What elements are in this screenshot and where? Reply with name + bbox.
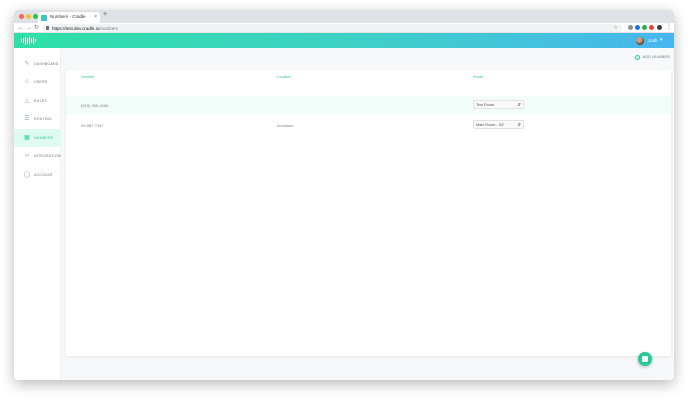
sidebar-item-dashboard[interactable]: ✎ DASHBOARD [14, 55, 61, 73]
chat-icon [642, 356, 648, 362]
sidebar-item-account[interactable]: ◯ ACCOUNT [14, 166, 61, 184]
route-select[interactable]: Main Route - NZ ⇵ [473, 120, 524, 129]
profile-icon[interactable] [657, 25, 662, 30]
numbers-icon: ▦ [24, 135, 30, 141]
sidebar-item-label: INTEGRATIONS [34, 153, 64, 158]
routing-icon: ☰ [24, 116, 30, 122]
favicon-icon [41, 14, 47, 21]
sidebar-item-users[interactable]: ☺ USERS [14, 73, 61, 91]
account-icon: ◯ [23, 172, 31, 178]
tab-close-icon[interactable]: × [94, 14, 97, 20]
cradle-logo-icon[interactable] [21, 36, 36, 45]
url-text: https://test.dev.cradle.io/numbers [52, 26, 118, 31]
numbers-table: Number Location Route (619) 356-4068 Tes… [66, 70, 671, 356]
back-icon[interactable]: ← [18, 24, 24, 32]
location-cell: Auckland [277, 123, 294, 128]
sidebar-item-label: ROUTING [34, 116, 52, 121]
sidebar-item-routing[interactable]: ☰ ROUTING [14, 110, 61, 128]
new-tab-icon[interactable]: + [103, 11, 107, 18]
sidebar-item-numbers[interactable]: ▦ NUMBERS [14, 129, 61, 147]
column-header-location[interactable]: Location [277, 75, 291, 79]
forward-icon[interactable]: → [26, 24, 32, 32]
column-header-number[interactable]: Number [81, 75, 95, 79]
tab-strip: Numbers - Cradle × + [14, 10, 674, 23]
extension-icon[interactable] [635, 25, 640, 30]
number-cell: 09-887 7347 [81, 123, 104, 128]
number-cell: (619) 356-4068 [81, 103, 109, 108]
route-select[interactable]: Test Route ⇵ [473, 100, 524, 109]
select-arrows-icon: ⇵ [517, 122, 521, 128]
close-window-icon[interactable] [19, 14, 24, 19]
menu-kebab-icon[interactable]: ⋮ [666, 23, 672, 30]
pencil-icon: ✎ [24, 61, 30, 67]
rules-icon: △ [24, 98, 30, 104]
sidebar-item-label: DASHBOARD [34, 61, 59, 66]
chevron-down-icon[interactable]: ▾ [660, 37, 663, 43]
chat-widget-button[interactable] [638, 352, 652, 366]
tab-title: Numbers - Cradle [50, 14, 86, 19]
sidebar: ✎ DASHBOARD ☺ USERS △ RULES ☰ ROUTING ▦ … [14, 48, 64, 380]
route-select-value: Main Route - NZ [476, 123, 504, 128]
add-number-label: ADD NUMBER [642, 55, 670, 59]
main-content: + ADD NUMBER Number Location Route (619)… [61, 48, 674, 380]
star-icon[interactable]: ☆ [614, 25, 618, 31]
extension-icon[interactable] [628, 25, 633, 30]
table-row[interactable]: (619) 356-4068 Test Route ⇵ [66, 96, 671, 114]
address-bar[interactable]: https://test.dev.cradle.io/numbers ☆ [42, 24, 622, 32]
extension-icon[interactable] [649, 25, 654, 30]
sidebar-item-label: NUMBERS [34, 135, 54, 140]
url-path: /numbers [99, 25, 118, 31]
select-arrows-icon: ⇵ [517, 102, 521, 108]
sidebar-item-label: USERS [34, 79, 48, 84]
sidebar-item-integrations[interactable]: ∞ INTEGRATIONS [14, 147, 64, 165]
sidebar-item-label: ACCOUNT [34, 172, 54, 177]
avatar[interactable] [636, 36, 644, 45]
username[interactable]: Josh [648, 38, 658, 43]
link-icon: ∞ [24, 153, 30, 159]
route-select-value: Test Route [476, 103, 495, 108]
app-header: Josh ▾ [14, 33, 674, 48]
table-row[interactable]: 09-887 7347 Auckland Main Route - NZ ⇵ [66, 116, 671, 134]
extension-icon[interactable] [642, 25, 647, 30]
browser-window: Numbers - Cradle × + ← → ↻ https://test.… [14, 10, 674, 380]
column-header-route[interactable]: Route [473, 75, 483, 79]
browser-toolbar: ← → ↻ https://test.dev.cradle.io/numbers… [14, 23, 674, 33]
add-number-button[interactable]: + ADD NUMBER [635, 53, 670, 61]
browser-tab[interactable]: Numbers - Cradle × [38, 12, 100, 23]
plus-circle-icon: + [635, 54, 641, 60]
url-host: https://test.dev.cradle.io [52, 25, 100, 31]
table-header: Number Location Route [66, 70, 671, 84]
sidebar-item-rules[interactable]: △ RULES [14, 92, 61, 110]
users-icon: ☺ [23, 79, 31, 85]
minimize-window-icon[interactable] [26, 14, 31, 19]
reload-icon[interactable]: ↻ [34, 24, 39, 32]
lock-icon [46, 25, 49, 30]
sidebar-item-label: RULES [34, 98, 47, 103]
